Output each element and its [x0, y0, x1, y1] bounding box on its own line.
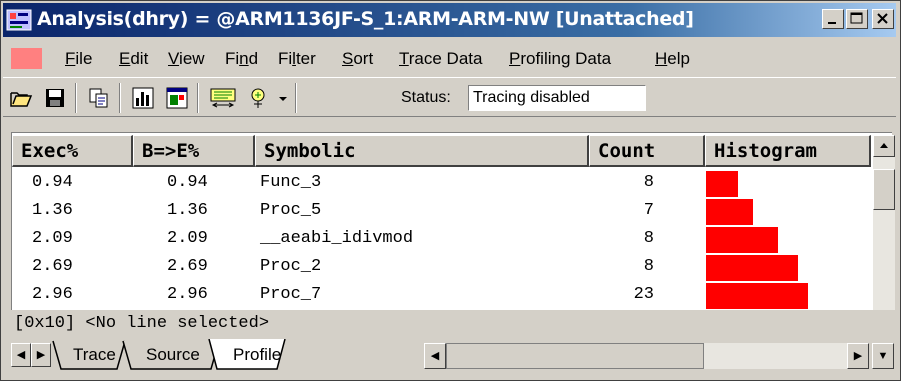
- bottom-bar: ◀ ▶ Trace Source Profile ◀ ▶ ▼: [11, 339, 894, 373]
- toolbar: Status: Tracing disabled: [3, 77, 896, 117]
- cell-be: 2.96: [167, 285, 208, 304]
- cell-exec: 0.94: [32, 173, 73, 192]
- cell-count: 23: [633, 285, 654, 304]
- cell-exec: 2.69: [32, 257, 73, 276]
- color-swatch-icon: [11, 48, 42, 69]
- cell-count: 8: [643, 173, 654, 192]
- toolbar-separator: [119, 83, 121, 113]
- trace-filter-icon[interactable]: [208, 86, 238, 110]
- cell-be: 2.69: [167, 257, 208, 276]
- menu-edit[interactable]: Edit: [119, 49, 148, 69]
- cell-symbolic: Proc_2: [260, 257, 322, 276]
- menu-view[interactable]: View: [168, 49, 205, 69]
- tab-scroll-left-button[interactable]: ◀: [11, 343, 31, 367]
- window-title: Analysis(dhry) = @ARM1136JF-S_1:ARM-ARM-…: [37, 8, 694, 30]
- cell-count: 8: [643, 229, 654, 248]
- histogram-bar: [706, 171, 738, 197]
- tab-trace[interactable]: Trace: [73, 345, 116, 365]
- tab-source[interactable]: Source: [146, 345, 200, 365]
- cell-symbolic: Func_3: [260, 173, 322, 192]
- menu-find[interactable]: Find: [225, 49, 258, 69]
- tab-scroll-right-button[interactable]: ▶: [31, 343, 51, 367]
- horizontal-scroll-area[interactable]: [704, 343, 847, 369]
- cell-symbolic: __aeabi_idivmod: [260, 229, 414, 248]
- minimize-icon: [828, 22, 836, 24]
- toolbar-separator: [75, 83, 77, 113]
- scroll-down-button[interactable]: ▼: [872, 343, 894, 369]
- tab-profile[interactable]: Profile: [233, 345, 281, 365]
- maximize-icon: [850, 12, 863, 24]
- toolbar-separator: [295, 83, 297, 113]
- cell-be: 1.36: [167, 201, 208, 220]
- menu-help[interactable]: Help: [655, 49, 690, 69]
- close-button[interactable]: [872, 9, 894, 29]
- cell-exec: 2.96: [32, 285, 73, 304]
- cell-be: 2.09: [167, 229, 208, 248]
- close-icon: [877, 13, 888, 24]
- arrow-up-icon: [880, 143, 888, 148]
- histogram-bar: [706, 255, 798, 281]
- histogram-bar: [706, 199, 753, 225]
- copy-icon[interactable]: [87, 86, 111, 110]
- menu-file[interactable]: File: [65, 49, 92, 69]
- histogram-bar: [706, 283, 808, 309]
- cell-symbolic: Proc_7: [260, 285, 322, 304]
- analysis-window: Analysis(dhry) = @ARM1136JF-S_1:ARM-ARM-…: [0, 0, 901, 381]
- trace-options-icon[interactable]: [246, 86, 270, 110]
- status-label: Status:: [401, 89, 451, 106]
- column-header-exec[interactable]: Exec%: [12, 135, 133, 167]
- toolbar-separator: [197, 83, 199, 113]
- open-folder-icon[interactable]: [9, 86, 33, 110]
- vertical-scrollbar[interactable]: [873, 135, 895, 310]
- horizontal-scroll-track[interactable]: [446, 343, 704, 369]
- scroll-thumb[interactable]: [873, 169, 895, 210]
- menu-trace-data[interactable]: Trace Data: [399, 49, 482, 69]
- window-icon[interactable]: [165, 86, 189, 110]
- scroll-right-button[interactable]: ▶: [847, 343, 869, 369]
- status-field: Tracing disabled: [468, 85, 646, 111]
- title-bar[interactable]: Analysis(dhry) = @ARM1136JF-S_1:ARM-ARM-…: [3, 3, 896, 37]
- column-header-histogram[interactable]: Histogram: [705, 135, 871, 167]
- cell-count: 8: [643, 257, 654, 276]
- dropdown-arrow-icon[interactable]: [275, 86, 291, 110]
- column-header-symbolic[interactable]: Symbolic: [255, 135, 589, 167]
- save-icon[interactable]: [43, 86, 67, 110]
- column-header-count[interactable]: Count: [589, 135, 705, 167]
- column-header-be[interactable]: B=>E%: [133, 135, 255, 167]
- menu-sort[interactable]: Sort: [342, 49, 373, 69]
- app-icon: [6, 9, 32, 31]
- scroll-up-button[interactable]: [873, 135, 895, 157]
- menu-filter[interactable]: Filter: [278, 49, 316, 69]
- selection-status: [0x10] <No line selected>: [14, 314, 270, 333]
- cell-exec: 2.09: [32, 229, 73, 248]
- histogram-bar: [706, 227, 778, 253]
- cell-exec: 1.36: [32, 201, 73, 220]
- profile-table: Exec% B=>E% Symbolic Count Histogram 0.9…: [11, 132, 895, 310]
- chart-icon[interactable]: [131, 86, 155, 110]
- cell-be: 0.94: [167, 173, 208, 192]
- menu-bar: File Edit View Find Filter Sort Trace Da…: [3, 41, 896, 75]
- cell-count: 7: [643, 201, 654, 220]
- maximize-button[interactable]: [846, 9, 868, 29]
- scroll-left-button[interactable]: ◀: [424, 343, 446, 369]
- minimize-button[interactable]: [822, 9, 844, 29]
- menu-profiling-data[interactable]: Profiling Data: [509, 49, 611, 69]
- cell-symbolic: Proc_5: [260, 201, 322, 220]
